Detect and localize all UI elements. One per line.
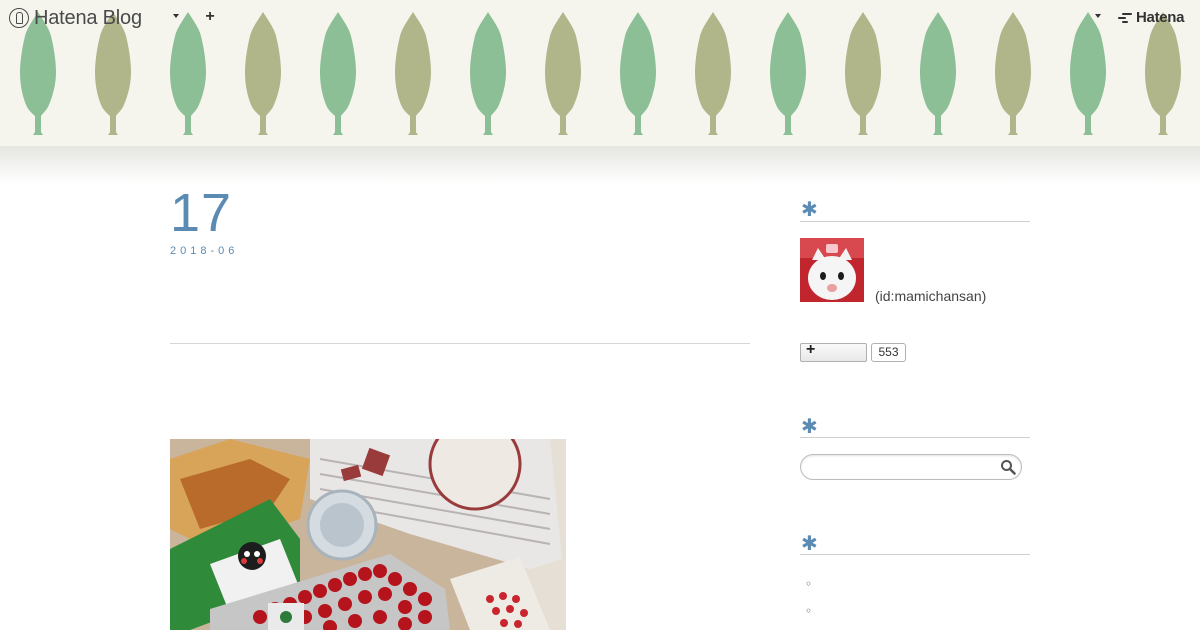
global-header-bar: Hatena Blog + Hatena [0, 0, 1200, 36]
entry-divider [170, 343, 750, 344]
search-input[interactable] [800, 454, 1022, 480]
logo-text: Hatena Blog [34, 6, 142, 29]
header-shadow [0, 146, 1200, 184]
follow-button-plus: + [806, 341, 816, 358]
new-post-button[interactable]: + [203, 9, 217, 25]
entry-date-year-month[interactable]: 2018-06 [170, 245, 238, 257]
entry-date-day: 17 [170, 183, 233, 243]
avatar-cat-image [800, 238, 864, 302]
hatena-link[interactable]: Hatena [1118, 9, 1185, 26]
hatena-icon [1118, 12, 1132, 23]
photo-of-groceries [170, 439, 566, 630]
user-menu-caret-icon[interactable] [1095, 14, 1101, 18]
avatar[interactable] [800, 238, 864, 302]
follower-count[interactable]: 553 [871, 343, 906, 362]
profile-module-divider [800, 221, 1030, 222]
list-item-bullet: ◦ [805, 604, 813, 618]
search-icon[interactable] [1000, 459, 1016, 475]
entry-photo[interactable] [170, 439, 566, 630]
blog-menu-caret-icon[interactable] [173, 14, 179, 18]
hatena-blog-logo-icon [9, 8, 29, 28]
list-item-bullet: ◦ [805, 577, 813, 591]
archive-module-divider [800, 554, 1030, 555]
follow-button[interactable]: + [800, 341, 867, 362]
profile-module-icon: ✱ [801, 197, 818, 221]
search-module-divider [800, 437, 1030, 438]
search-module-icon: ✱ [801, 414, 818, 438]
hatena-blog-logo[interactable]: Hatena Blog [9, 6, 142, 30]
profile-id-link[interactable]: (id:mamichansan) [875, 288, 986, 304]
hatena-label: Hatena [1136, 9, 1185, 26]
blog-header: Hatena Blog + Hatena [0, 0, 1200, 146]
archive-module-icon: ✱ [801, 531, 818, 555]
